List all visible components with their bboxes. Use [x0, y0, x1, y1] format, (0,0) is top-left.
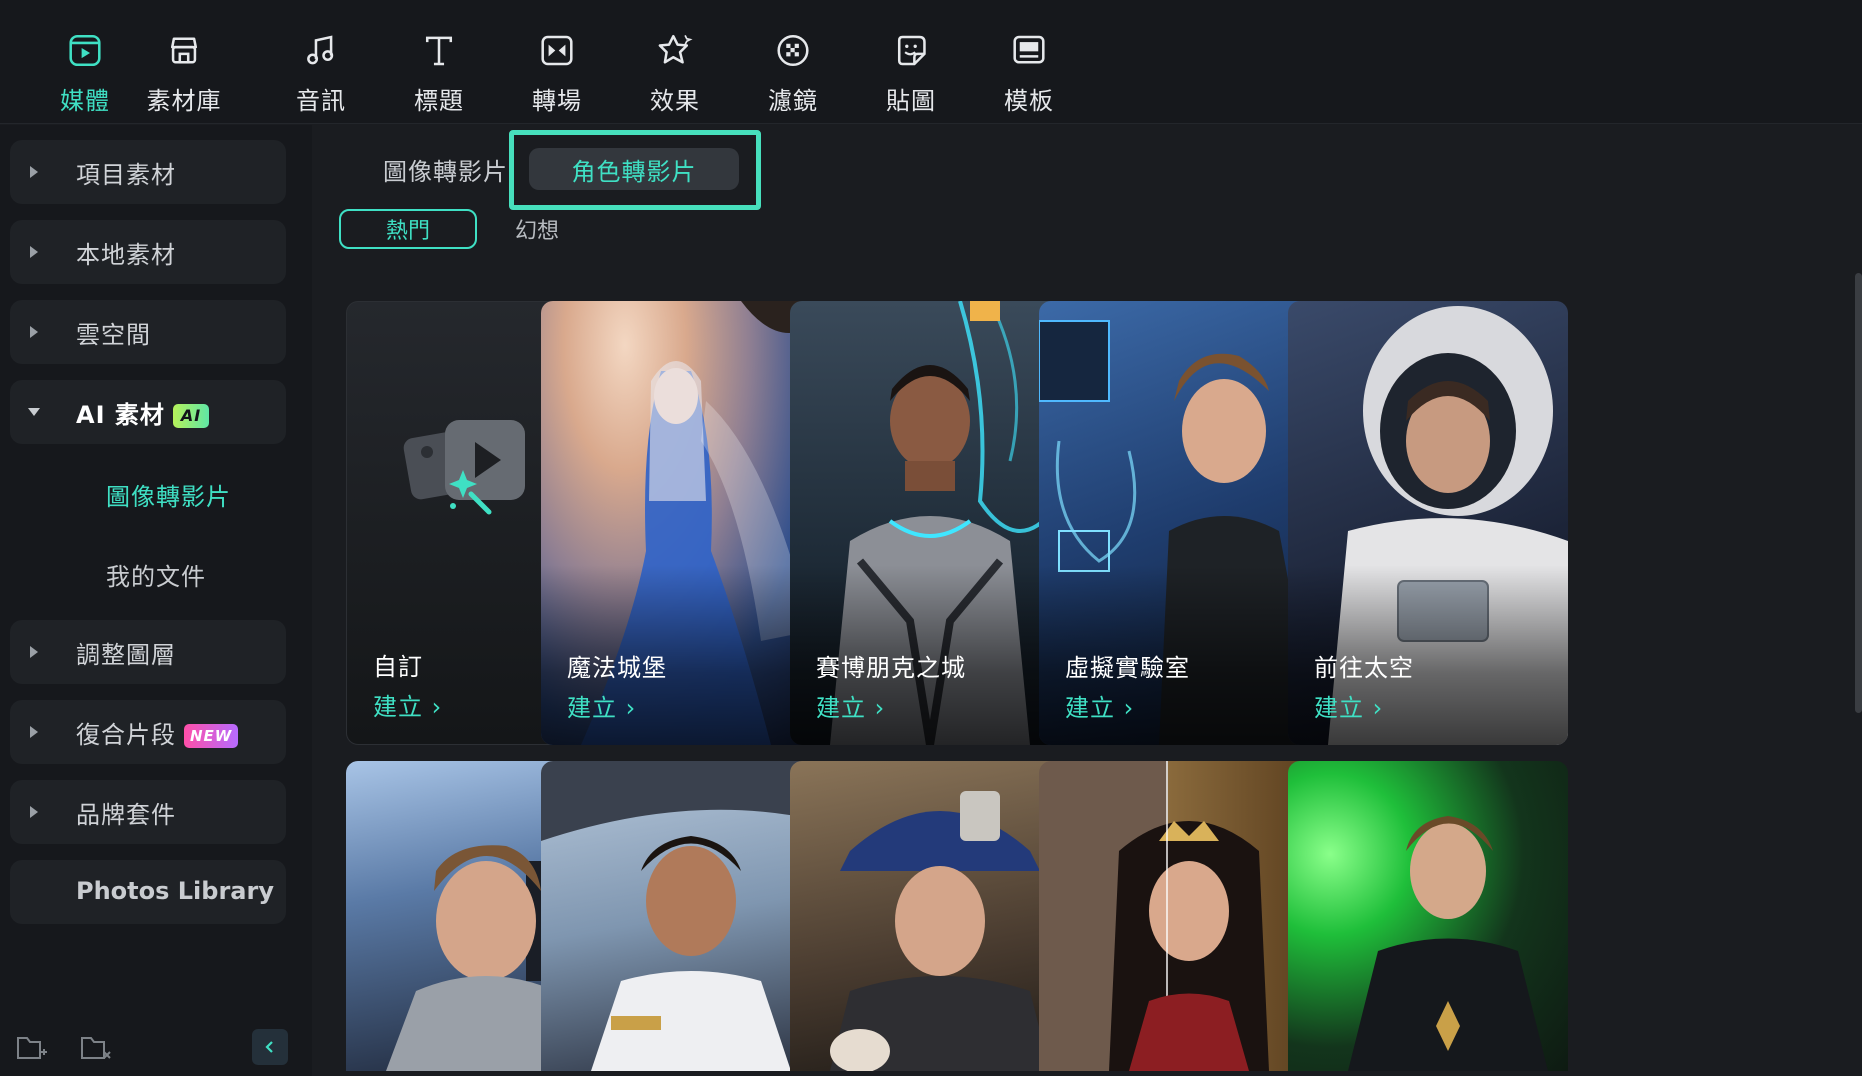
- tab-character-to-video[interactable]: 角色轉影片: [529, 148, 739, 190]
- sidebar-item-adjustment-layer[interactable]: 調整圖層: [10, 620, 286, 684]
- card-create-link[interactable]: 建立 ›: [567, 688, 636, 723]
- tab-transitions-label: 轉場: [532, 87, 582, 115]
- tab-titles[interactable]: 標題: [384, 32, 494, 116]
- tab-templates-label: 模板: [1004, 87, 1054, 115]
- tab-media[interactable]: 媒體: [30, 32, 140, 116]
- card-title: 虛擬實驗室: [1065, 654, 1190, 682]
- sidebar-item-cloud[interactable]: 雲空間: [10, 300, 286, 364]
- pilot-thumbnail: [541, 761, 821, 1071]
- template-card-firefighter[interactable]: [790, 761, 1070, 1071]
- sidebar-item-label-wrap: AI 素材 AI: [76, 395, 210, 430]
- template-card-virtual-lab[interactable]: 虛擬實驗室 建立 ›: [1039, 301, 1319, 745]
- chevron-right-icon: [30, 326, 38, 338]
- top-toolbar: 媒體 素材庫 音訊 標題 轉場 效果 濾鏡 貼圖 模板: [0, 0, 1862, 124]
- transition-icon: [541, 35, 573, 66]
- sidebar-item-label-wrap: 復合片段 NEW: [76, 715, 239, 750]
- main-panel: 圖像轉影片 角色轉影片 熱門 幻想 自訂 建立 › 魔法城堡 建立 › 賽博朋克…: [313, 125, 1862, 1076]
- tab-titles-label: 標題: [414, 87, 464, 115]
- tab-image-to-video[interactable]: 圖像轉影片: [383, 152, 508, 187]
- collapse-sidebar-button[interactable]: [252, 1029, 288, 1065]
- chevron-right-icon: [30, 806, 38, 818]
- sidebar-item-photos-library[interactable]: Photos Library: [10, 860, 286, 924]
- tab-media-label: 媒體: [60, 87, 110, 115]
- vertical-scrollbar[interactable]: [1855, 273, 1862, 713]
- sidebar-item-project-media[interactable]: 項目素材: [10, 140, 286, 204]
- chevron-down-icon: [28, 408, 40, 416]
- template-card-wizard[interactable]: [1288, 761, 1568, 1071]
- chevron-right-icon: [30, 246, 38, 258]
- card-title: 自訂: [373, 653, 423, 681]
- tab-effects-label: 效果: [650, 87, 700, 115]
- filter-icon: [777, 34, 809, 67]
- tab-stock-library[interactable]: 素材庫: [129, 32, 239, 116]
- tab-effects[interactable]: 效果: [620, 32, 730, 116]
- sidebar-item-ai-media[interactable]: AI 素材 AI: [10, 380, 286, 444]
- card-create-link[interactable]: 建立 ›: [816, 688, 885, 723]
- template-card-to-space[interactable]: 前往太空 建立 ›: [1288, 301, 1568, 745]
- card-create-link[interactable]: 建立 ›: [1065, 688, 1134, 723]
- sidebar-subitem-my-files[interactable]: 我的文件: [106, 557, 206, 592]
- chip-popular[interactable]: 熱門: [339, 209, 477, 249]
- template-icon: [1013, 35, 1045, 64]
- template-card-magic-castle[interactable]: 魔法城堡 建立 ›: [541, 301, 821, 745]
- sidebar-item-label: Photos Library: [76, 877, 274, 905]
- tab-templates[interactable]: 模板: [974, 32, 1084, 116]
- text-t-icon: [425, 36, 453, 66]
- tab-stickers[interactable]: 貼圖: [856, 32, 966, 116]
- sticker-icon: [897, 35, 926, 66]
- sidebar: 項目素材 本地素材 雲空間 AI 素材 AI 圖像轉影片 我的文件 調整圖層 復合…: [0, 125, 312, 1076]
- delete-folder-icon[interactable]: [80, 1032, 112, 1062]
- card-create-link[interactable]: 建立 ›: [1314, 688, 1383, 723]
- sidebar-item-brand-kit[interactable]: 品牌套件: [10, 780, 286, 844]
- sidebar-item-label: 雲空間: [76, 320, 151, 349]
- sidebar-item-local-media[interactable]: 本地素材: [10, 220, 286, 284]
- new-badge: NEW: [184, 723, 239, 748]
- tab-transitions[interactable]: 轉場: [502, 32, 612, 116]
- sidebar-item-label: 項目素材: [76, 160, 176, 189]
- chevron-right-icon: [30, 726, 38, 738]
- card-title: 前往太空: [1314, 654, 1414, 682]
- music-note-icon: [307, 35, 334, 65]
- template-card-cyberpunk-city[interactable]: 賽博朋克之城 建立 ›: [790, 301, 1070, 745]
- image-to-video-icon: [403, 420, 525, 515]
- sidebar-item-label: 品牌套件: [76, 800, 176, 829]
- sidebar-item-compound-clip[interactable]: 復合片段 NEW: [10, 700, 286, 764]
- sidebar-item-label: 本地素材: [76, 240, 176, 269]
- store-icon: [170, 37, 198, 64]
- sidebar-item-label: 復合片段: [76, 720, 176, 749]
- tab-audio-label: 音訊: [296, 87, 346, 115]
- template-card-princess[interactable]: [1039, 761, 1319, 1071]
- chip-fantasy[interactable]: 幻想: [497, 209, 577, 249]
- card-title: 賽博朋克之城: [816, 654, 966, 682]
- card-title: 魔法城堡: [567, 654, 667, 682]
- chevron-right-icon: [30, 646, 38, 658]
- ai-badge: AI: [172, 403, 210, 428]
- tab-audio[interactable]: 音訊: [266, 32, 376, 116]
- template-card-pilot[interactable]: [541, 761, 821, 1071]
- chevron-left-icon: [265, 1041, 273, 1053]
- media-icon: [69, 34, 101, 67]
- card-create-link[interactable]: 建立 ›: [373, 687, 442, 722]
- new-folder-icon[interactable]: [16, 1032, 48, 1062]
- wizard-thumbnail: [1348, 816, 1548, 1071]
- tab-filters-label: 濾鏡: [768, 87, 818, 115]
- chevron-right-icon: [30, 166, 38, 178]
- tab-stickers-label: 貼圖: [886, 87, 936, 115]
- tab-stock-library-label: 素材庫: [146, 87, 222, 115]
- tab-filters[interactable]: 濾鏡: [738, 32, 848, 116]
- sidebar-item-label: AI 素材: [76, 400, 165, 429]
- sidebar-subitem-image-to-video[interactable]: 圖像轉影片: [106, 477, 231, 512]
- firefighter-thumbnail: [830, 791, 1050, 1071]
- sidebar-item-label: 調整圖層: [76, 640, 176, 669]
- effects-star-icon: [658, 34, 693, 64]
- princess-thumbnail: [1109, 761, 1269, 1071]
